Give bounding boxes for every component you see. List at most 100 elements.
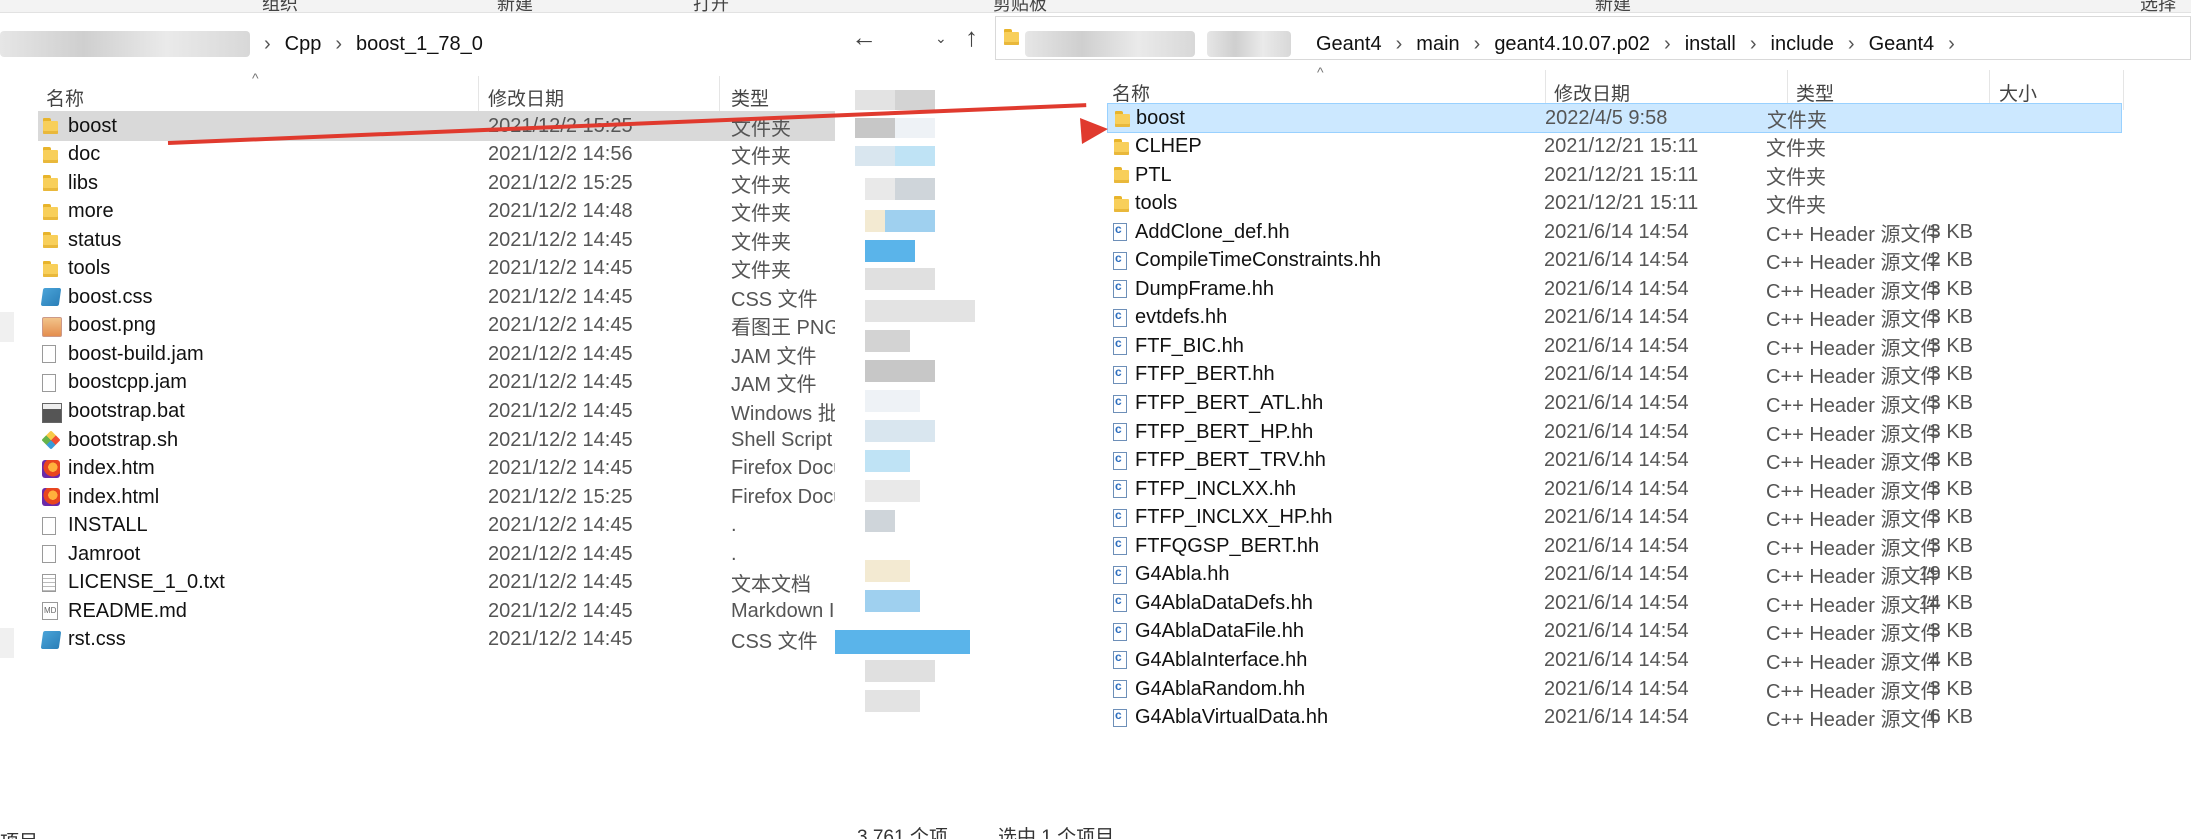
table-row[interactable]: FTFP_INCLXX.hh 2021/6/14 14:54 C++ Header … [1107,474,1973,504]
ribbon-open[interactable]: 打开 [693,0,729,16]
table-row[interactable]: FTFP_BERT_TRV.hh 2021/6/14 14:54 C++ Heade… [1107,446,1973,476]
table-row[interactable]: tools 2021/12/2 14:45 文件夹 [38,254,835,284]
column-divider[interactable] [2123,70,2124,110]
table-row[interactable]: G4AblaVirtualData.hh 2021/6/14 14:54 C++ H… [1107,703,1973,733]
breadcrumb-item[interactable]: boost_1_78_0 [356,33,483,56]
table-row[interactable]: FTFP_BERT.hh 2021/6/14 14:54 C++ Header 源文… [1107,360,1973,390]
table-row[interactable]: FTFP_BERT_ATL.hh 2021/6/14 14:54 C++ Heade… [1107,389,1973,419]
file-type: Firefox Docu [731,485,835,508]
document-file-icon [42,373,56,392]
table-row[interactable]: index.html 2021/12/2 15:25 Firefox Docu [38,482,835,512]
table-row[interactable]: PTL 2021/12/21 15:11 文件夹 [1107,160,1955,190]
table-row[interactable]: G4AblaRandom.hh 2021/6/14 14:54 C++ Header… [1107,674,1973,704]
chevron-down-icon[interactable]: ⌄ [935,30,947,47]
breadcrumb[interactable]: Geant4 › main › geant4.10.07.p02 › insta… [1025,23,1969,65]
modified-date: 2021/12/2 14:45 [488,628,633,651]
column-divider[interactable] [478,76,479,116]
file-type: Shell Script [731,428,833,451]
blurred-nav-item [865,450,910,472]
table-row[interactable]: LICENSE_1_0.txt 2021/12/2 14:45 文本文档 [38,568,835,598]
modified-date: 2021/12/2 14:45 [488,371,633,394]
breadcrumb-item[interactable]: main [1416,33,1459,56]
table-row[interactable]: G4AblaDataDefs.hh 2021/6/14 14:54 C++ Head… [1107,588,1973,618]
table-row[interactable]: libs 2021/12/2 15:25 文件夹 [38,168,835,198]
blurred-path-segment [1025,31,1195,57]
modified-date: 2021/12/21 15:11 [1544,135,1699,158]
table-row[interactable]: boost2021/12/2 15:25文件夹 [38,111,835,141]
modified-date: 2021/6/14 14:54 [1544,677,1689,700]
breadcrumb-item[interactable]: install [1685,33,1736,56]
file-name: FTFP_INCLXX_HP.hh [1135,506,1333,529]
table-row[interactable]: boost.css 2021/12/2 14:45 CSS 文件 [38,282,835,312]
blurred-nav-item [865,300,975,322]
modified-date: 2021/6/14 14:54 [1544,563,1689,586]
file-size: 14 KB [1918,591,1973,614]
table-row[interactable]: G4AblaInterface.hh 2021/6/14 14:54 C++ Hea… [1107,645,1973,675]
table-row[interactable]: status 2021/12/2 14:45 文件夹 [38,225,835,255]
table-row[interactable]: DumpFrame.hh 2021/6/14 14:54 C++ Header 源文… [1107,274,1973,304]
ribbon-clipboard[interactable]: 剪贴板 [993,0,1047,16]
breadcrumb-item[interactable]: Geant4 [1316,33,1382,56]
modified-date: 2021/6/14 14:54 [1544,477,1689,500]
table-row[interactable]: FTFQGSP_BERT.hh 2021/6/14 14:54 C++ Header… [1107,531,1973,561]
back-arrow-icon[interactable]: ← [851,22,877,53]
breadcrumb-item[interactable]: geant4.10.07.p02 [1494,33,1650,56]
modified-date: 2021/12/2 14:48 [488,200,633,223]
table-row[interactable]: Jamroot 2021/12/2 14:45. [38,539,835,569]
breadcrumb[interactable]: › Cpp › boost_1_78_0 [0,23,483,65]
modified-date: 2021/12/2 15:25 [488,485,633,508]
table-row[interactable]: CLHEP 2021/12/21 15:11 文件夹 [1107,132,1955,162]
column-header-type[interactable]: 类型 [731,84,769,111]
file-name: tools [68,257,111,280]
column-header-date[interactable]: 修改日期 [1554,79,1630,106]
table-row[interactable]: bootstrap.sh 2021/12/2 14:45 Shell Script [38,425,835,455]
modified-date: 2021/6/14 14:54 [1544,534,1689,557]
table-row[interactable]: G4AblaDataFile.hh 2021/6/14 14:54 C++ Head… [1107,617,1973,647]
column-header-type[interactable]: 类型 [1796,79,1834,106]
table-row[interactable]: rst.css 2021/12/2 14:45 CSS 文件 [38,625,835,655]
table-row[interactable]: index.htm 2021/12/2 14:45 Firefox Docu [38,454,835,484]
ribbon-organize[interactable]: 组织 [262,0,298,16]
modified-date: 2022/4/5 9:58 [1545,106,1668,129]
column-header-date[interactable]: 修改日期 [488,84,564,111]
table-row[interactable]: tools 2021/12/21 15:11 文件夹 [1107,189,1955,219]
ribbon-select[interactable]: 选择 [2140,0,2176,16]
table-row-selected[interactable]: boost 2022/4/5 9:58 文件夹 [1107,103,2122,133]
breadcrumb-item[interactable]: Geant4 [1869,33,1935,56]
ribbon-new[interactable]: 新建 [497,0,533,16]
header-file-icon [1113,708,1127,727]
folder-icon [42,260,60,278]
table-row[interactable]: doc 2021/12/2 14:56 文件夹 [38,140,835,170]
column-header-name[interactable]: 名称 [1112,79,1150,106]
header-file-icon [1113,336,1127,356]
table-row[interactable]: INSTALL 2021/12/2 14:45. [38,511,835,541]
modified-date: 2021/12/21 15:11 [1544,192,1699,215]
ribbon-new[interactable]: 新建 [1595,0,1631,16]
table-row[interactable]: boost.png 2021/12/2 14:45 看图王 PNG [38,311,835,341]
file-name: boostcpp.jam [68,371,187,394]
table-row[interactable]: FTF_BIC.hh 2021/6/14 14:54 C++ Header 源文件3… [1107,331,1973,361]
column-divider[interactable] [719,76,720,116]
header-file-icon [1113,279,1127,299]
status-selected-count: 选中 1 个项目 [998,827,1115,839]
table-row[interactable]: more 2021/12/2 14:48 文件夹 [38,197,835,227]
breadcrumb-item[interactable]: Cpp [285,33,322,56]
table-row[interactable]: CompileTimeConstraints.hh 2021/6/14 14:54… [1107,246,1973,276]
table-row[interactable]: boost-build.jam 2021/12/2 14:45 JAM 文件 [38,339,835,369]
table-row[interactable]: FTFP_INCLXX_HP.hh 2021/6/14 14:54 C++ Head… [1107,503,1973,533]
table-row[interactable]: FTFP_BERT_HP.hh 2021/6/14 14:54 C++ Header… [1107,417,1973,447]
file-name: FTFP_BERT.hh [1135,363,1275,386]
folder-icon [42,146,60,164]
table-row[interactable]: G4Abla.hh 2021/6/14 14:54 C++ Header 源文件19… [1107,560,1973,590]
column-header-name[interactable]: 名称 [46,84,84,111]
table-row[interactable]: README.md 2021/12/2 14:45 Markdown I [38,596,835,626]
header-file-icon [1113,679,1127,698]
modified-date: 2021/12/21 15:11 [1544,163,1699,186]
table-row[interactable]: AddClone_def.hh 2021/6/14 14:54 C++ Header… [1107,217,1973,247]
table-row[interactable]: bootstrap.bat 2021/12/2 14:45 Windows 批 [38,397,835,427]
breadcrumb-item[interactable]: include [1771,33,1834,56]
column-header-size[interactable]: 大小 [1999,79,2037,106]
table-row[interactable]: evtdefs.hh 2021/6/14 14:54 C++ Header 源文件3… [1107,303,1973,333]
table-row[interactable]: boostcpp.jam 2021/12/2 14:45 JAM 文件 [38,368,835,398]
up-arrow-icon[interactable]: ↑ [965,22,978,53]
